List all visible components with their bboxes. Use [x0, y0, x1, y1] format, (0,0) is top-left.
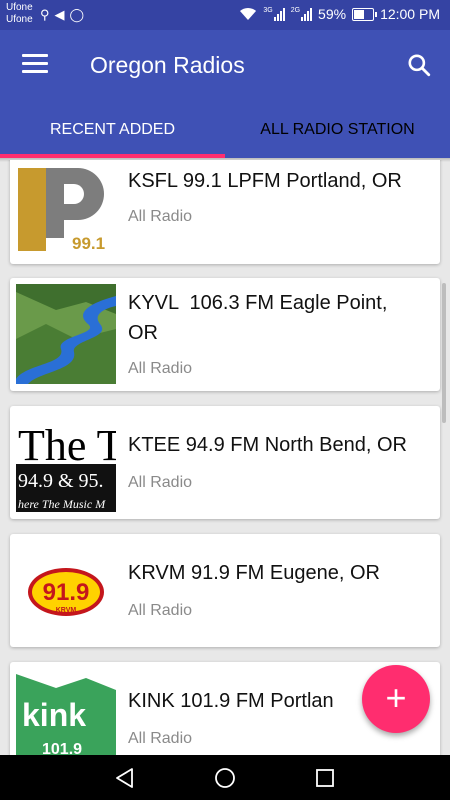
home-icon[interactable]: [212, 765, 238, 791]
menu-icon[interactable]: [22, 54, 48, 76]
system-nav-bar: [0, 755, 450, 800]
station-name: KTEE 94.9 FM North Bend, OR: [128, 434, 407, 456]
station-category: All Radio: [128, 208, 193, 225]
station-logo-kyvl: [16, 284, 116, 384]
add-station-fab[interactable]: +: [362, 665, 430, 733]
ktee-logo-tagline: here The Music M: [18, 497, 106, 511]
station-category: All Radio: [128, 602, 193, 619]
kink-logo: kink 101.9: [16, 668, 116, 755]
station-card-krvm[interactable]: 91.9 KRVM KRVM 91.9 FM Eugene, OR All Ra…: [10, 534, 440, 647]
krvm-logo-freq: 91.9: [43, 579, 90, 606]
station-name: KYVL 106.3 FM Eagle Point, OR: [128, 292, 388, 344]
station-card-kyvl[interactable]: KYVL 106.3 FM Eagle Point, OR All Radio: [10, 278, 440, 391]
tab-recent-added-label: RECENT ADDED: [49, 121, 176, 138]
tab-recent-added[interactable]: RECENT ADDED: [0, 102, 225, 158]
ksfl-logo-text: 99.1: [72, 234, 105, 253]
clock: 12:00 PM: [380, 6, 440, 22]
kink-logo-text: kink: [22, 697, 86, 733]
search-icon[interactable]: [406, 52, 432, 78]
whatsapp-icon: ◯: [69, 7, 85, 22]
carrier-labels: Ufone Ufone: [6, 2, 33, 26]
tab-all-radio-station[interactable]: ALL RADIO STATION: [225, 102, 450, 158]
ksfl-logo: 99.1: [16, 160, 116, 256]
status-right: 3G 2G 59% 12:00 PM: [239, 6, 440, 22]
signal-2-icon: 2G: [290, 7, 313, 21]
kyvl-logo: [16, 284, 116, 384]
station-logo-kink: kink 101.9: [16, 668, 116, 755]
tab-all-radio-station-label: ALL RADIO STATION: [260, 121, 415, 138]
carrier-2: Ufone: [6, 14, 33, 25]
battery-percent: 59%: [318, 6, 347, 22]
station-card-ktee[interactable]: The T 94.9 & 95. here The Music M KTEE 9…: [10, 406, 440, 519]
station-name: KRVM 91.9 FM Eugene, OR: [128, 562, 380, 584]
status-bar: Ufone Ufone ⚲ ◀ ◯ 3G 2G 59% 12:00 PM: [0, 0, 450, 30]
carrier-1: Ufone: [6, 2, 33, 13]
network-type-2: 2G: [290, 7, 301, 14]
krvm-logo: 91.9 KRVM: [16, 540, 116, 640]
usb-icon: ⚲: [40, 7, 50, 22]
station-card-ksfl[interactable]: 99.1 KSFL 99.1 LPFM Portland, OR All Rad…: [10, 160, 440, 264]
station-logo-krvm: 91.9 KRVM: [16, 540, 116, 640]
ktee-logo: The T 94.9 & 95. here The Music M: [16, 412, 116, 512]
station-name: KSFL 99.1 LPFM Portland, OR: [128, 170, 402, 192]
wifi-icon: [240, 7, 257, 20]
station-category: All Radio: [128, 730, 193, 747]
recents-icon[interactable]: [312, 765, 338, 791]
scrollbar[interactable]: [442, 283, 446, 423]
network-type-1: 3G: [263, 7, 273, 14]
station-category: All Radio: [128, 474, 193, 491]
krvm-logo-call: KRVM: [56, 607, 77, 614]
kink-logo-freq: 101.9: [42, 741, 82, 755]
app-title: Oregon Radios: [90, 52, 245, 78]
tab-bar: RECENT ADDED ALL RADIO STATION: [0, 102, 450, 158]
station-list[interactable]: 99.1 KSFL 99.1 LPFM Portland, OR All Rad…: [0, 160, 450, 755]
station-category: All Radio: [128, 360, 193, 377]
battery-fill: [354, 9, 365, 19]
battery-icon: [352, 7, 378, 21]
ktee-logo-freq: 94.9 & 95.: [18, 470, 104, 492]
app-bar: Oregon Radios: [0, 30, 450, 102]
signal-1-icon: 3G: [263, 7, 285, 21]
ktee-logo-text: The T: [18, 421, 116, 470]
station-logo-ktee: The T 94.9 & 95. here The Music M: [16, 412, 116, 512]
back-icon[interactable]: [112, 765, 138, 791]
notification-icons: ⚲ ◀ ◯: [40, 7, 84, 23]
station-logo-ksfl: 99.1: [16, 160, 116, 256]
send-icon: ◀: [54, 7, 65, 22]
